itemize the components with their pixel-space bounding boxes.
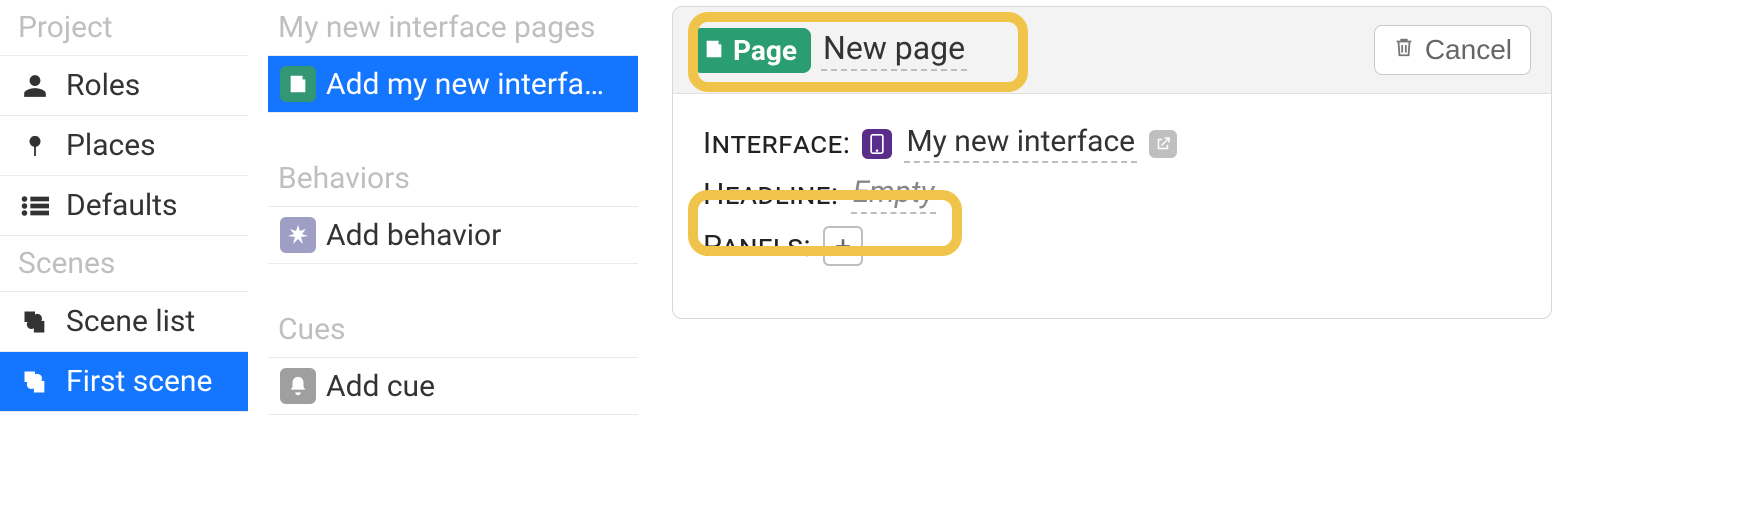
- sidebar-item-first-scene[interactable]: First scene: [0, 351, 248, 412]
- sidebar-item-label: First scene: [66, 364, 212, 399]
- trash-icon: [1393, 34, 1415, 66]
- interface-name-link[interactable]: My new interface: [904, 124, 1137, 163]
- detail-panel: Page New page Cancel Interface: My new i…: [672, 6, 1552, 319]
- panels-label: Panels:: [703, 229, 811, 264]
- sidebar-heading-scenes: Scenes: [0, 236, 248, 291]
- item-add-interface-page[interactable]: Add my new interfa…: [268, 55, 638, 113]
- sidebar-item-label: Scene list: [66, 304, 195, 339]
- cancel-button-label: Cancel: [1425, 34, 1512, 66]
- page-badge-label: Page: [733, 34, 797, 67]
- phone-icon: [862, 129, 892, 159]
- item-label: Add cue: [326, 369, 435, 404]
- list-icon: [20, 191, 50, 221]
- section-heading-interface-pages: My new interface pages: [268, 0, 638, 55]
- page-title-input[interactable]: New page: [821, 29, 967, 71]
- detail-header: Page New page Cancel: [673, 7, 1551, 94]
- interface-label: Interface:: [703, 126, 850, 161]
- sidebar-item-scene-list[interactable]: Scene list: [0, 291, 248, 351]
- sidebar-item-label: Places: [66, 128, 156, 163]
- sidebar-item-label: Defaults: [66, 188, 177, 223]
- section-heading-cues: Cues: [268, 302, 638, 357]
- page-badge: Page: [693, 28, 811, 73]
- left-sidebar: Project Roles Places Defaults Scenes Sce…: [0, 0, 248, 412]
- section-heading-behaviors: Behaviors: [268, 151, 638, 206]
- pin-icon: [20, 131, 50, 161]
- secondary-sidebar: My new interface pages Add my new interf…: [268, 0, 638, 415]
- add-panel-button[interactable]: +: [823, 226, 863, 266]
- panels-row: Panels: +: [703, 226, 1521, 266]
- page-icon: [280, 66, 316, 102]
- sidebar-heading-project: Project: [0, 0, 248, 55]
- headline-label: Headline:: [703, 177, 839, 212]
- item-add-cue[interactable]: Add cue: [268, 357, 638, 415]
- person-icon: [20, 71, 50, 101]
- sidebar-item-places[interactable]: Places: [0, 115, 248, 175]
- sidebar-item-label: Roles: [66, 68, 140, 103]
- headline-value[interactable]: Empty: [851, 175, 937, 214]
- sidebar-item-roles[interactable]: Roles: [0, 55, 248, 115]
- interface-row: Interface: My new interface: [703, 124, 1521, 163]
- item-label: Add my new interfa…: [326, 67, 604, 102]
- page-title-group: Page New page: [693, 28, 967, 73]
- item-label: Add behavior: [326, 218, 501, 253]
- sidebar-item-defaults[interactable]: Defaults: [0, 175, 248, 236]
- item-add-behavior[interactable]: Add behavior: [268, 206, 638, 264]
- detail-body: Interface: My new interface Headline: Em…: [673, 94, 1551, 318]
- burst-icon: [280, 217, 316, 253]
- headline-row: Headline: Empty: [703, 175, 1521, 214]
- puzzle-icon: [20, 367, 50, 397]
- external-link-icon[interactable]: [1149, 130, 1177, 158]
- puzzle-icon: [20, 307, 50, 337]
- bell-icon: [280, 368, 316, 404]
- cancel-button[interactable]: Cancel: [1374, 25, 1531, 75]
- page-icon: [703, 34, 725, 67]
